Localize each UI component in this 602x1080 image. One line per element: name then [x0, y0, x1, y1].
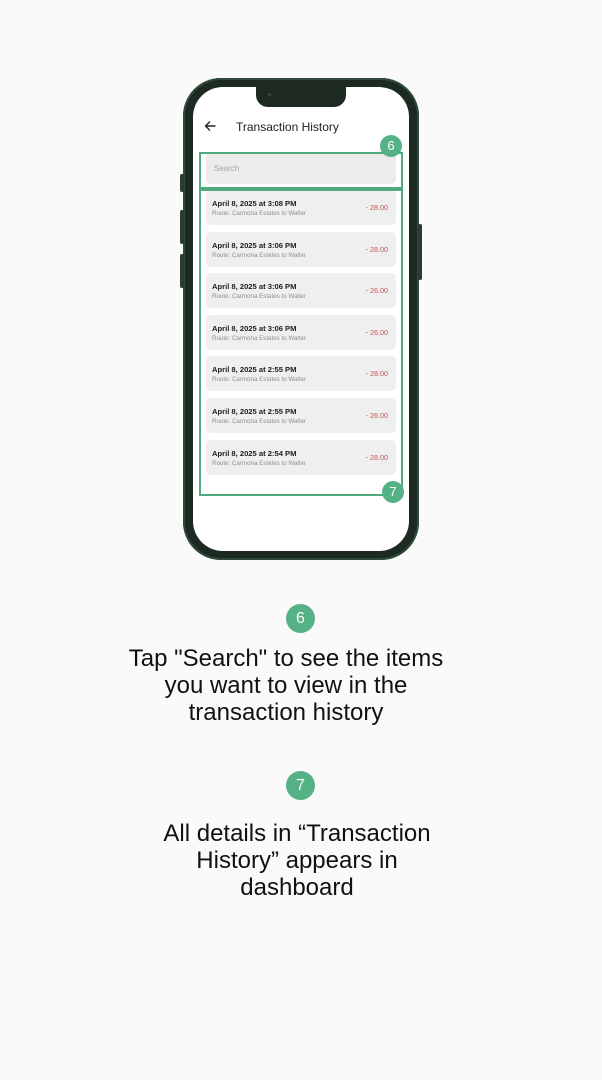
step-caption-6: Tap "Search" to see the items you want t…	[128, 645, 444, 726]
step-marker-7: 7	[382, 481, 404, 503]
phone-side-button	[180, 174, 184, 192]
step-marker-6: 6	[380, 135, 402, 157]
search-highlight-frame	[199, 152, 403, 189]
step-caption-7: All details in “Transaction History” app…	[163, 820, 431, 901]
app-header: Transaction History	[193, 117, 409, 137]
tutorial-canvas: Transaction History April 8, 2025 at 3:0…	[0, 0, 602, 1080]
phone-notch	[256, 87, 346, 107]
phone-side-button	[180, 210, 184, 244]
arrow-left-icon[interactable]	[203, 119, 217, 133]
list-highlight-frame	[199, 189, 403, 496]
phone-side-button	[180, 254, 184, 288]
page-title: Transaction History	[236, 120, 339, 134]
step-badge-6: 6	[286, 604, 315, 633]
camera-dot	[268, 93, 271, 96]
step-badge-7: 7	[286, 771, 315, 800]
phone-side-button	[418, 224, 422, 280]
